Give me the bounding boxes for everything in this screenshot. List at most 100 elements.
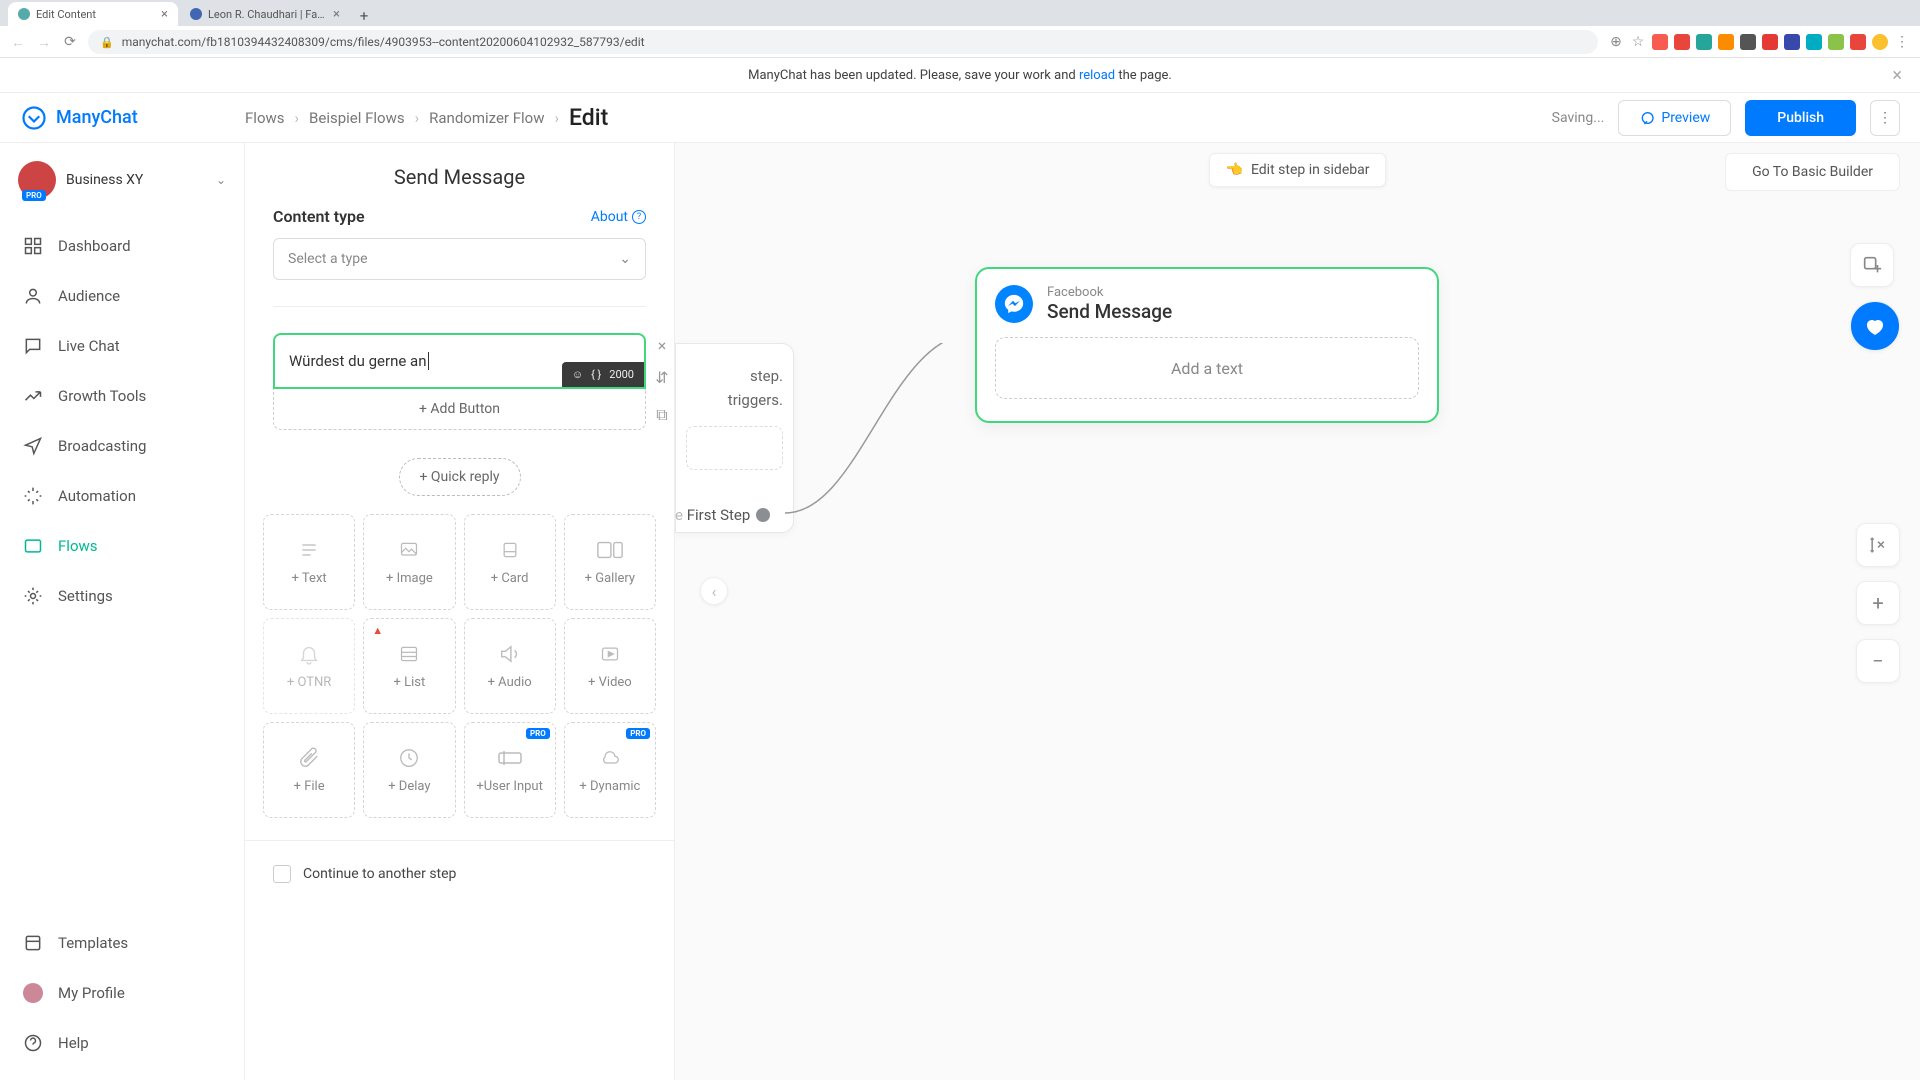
resize-icon[interactable]: ⇵ — [652, 367, 672, 387]
sidebar-item-label: Templates — [58, 934, 128, 952]
duplicate-icon[interactable]: ⧉ — [652, 405, 672, 425]
variable-icon[interactable]: { } — [591, 368, 601, 381]
pointer-icon: 👈 — [1226, 162, 1243, 178]
reload-link[interactable]: reload — [1079, 68, 1115, 83]
send-message-node[interactable]: Facebook Send Message Add a text — [975, 267, 1439, 423]
cloud-icon — [596, 747, 624, 769]
translate-icon[interactable]: ⊕ — [1608, 34, 1624, 50]
edit-sidebar-button[interactable]: 👈 Edit step in sidebar — [1209, 153, 1387, 187]
avatar-icon[interactable] — [1872, 34, 1888, 50]
sidebar-item-broadcasting[interactable]: Broadcasting — [0, 421, 244, 471]
extension-icon[interactable] — [1652, 34, 1668, 50]
star-icon[interactable]: ☆ — [1630, 34, 1646, 50]
publish-button[interactable]: Publish — [1745, 100, 1856, 136]
sidebar-item-flows[interactable]: Flows — [0, 521, 244, 571]
breadcrumb-item[interactable]: Randomizer Flow — [429, 109, 544, 127]
extension-icon[interactable] — [1828, 34, 1844, 50]
chevron-right-icon: › — [415, 109, 420, 127]
close-icon[interactable]: × — [333, 7, 340, 22]
zoom-out-button[interactable]: − — [1856, 639, 1900, 683]
add-text-block[interactable]: + Text — [263, 514, 355, 610]
sidebar-item-growth[interactable]: Growth Tools — [0, 371, 244, 421]
messenger-icon — [995, 285, 1033, 323]
block-label: + Delay — [388, 779, 430, 794]
preview-button[interactable]: Preview — [1618, 100, 1731, 136]
video-icon — [596, 643, 624, 665]
sidebar-item-automation[interactable]: Automation — [0, 471, 244, 521]
back-icon[interactable]: ← — [10, 34, 26, 50]
add-list-block[interactable]: ▲+ List — [363, 618, 455, 714]
add-card-block[interactable]: + Card — [464, 514, 556, 610]
breadcrumb-item[interactable]: Beispiel Flows — [309, 109, 405, 127]
notification-banner: ManyChat has been updated. Please, save … — [0, 58, 1920, 93]
account-name: Business XY — [66, 172, 206, 188]
add-otnr-block[interactable]: + OTNR — [263, 618, 355, 714]
add-text-placeholder[interactable]: Add a text — [995, 337, 1419, 399]
sidebar-item-audience[interactable]: Audience — [0, 271, 244, 321]
extension-icons: ⊕ ☆ ⋮ — [1608, 34, 1910, 50]
text-composer[interactable]: Würdest du gerne an ☺ { } 2000 — [273, 333, 646, 389]
add-file-block[interactable]: + File — [263, 722, 355, 818]
extension-icon[interactable] — [1806, 34, 1822, 50]
sidebar-item-settings[interactable]: Settings — [0, 571, 244, 621]
flow-canvas[interactable]: 👈 Edit step in sidebar Go To Basic Build… — [675, 143, 1920, 1080]
extension-icon[interactable] — [1718, 34, 1734, 50]
add-video-block[interactable]: + Video — [564, 618, 656, 714]
extension-icon[interactable] — [1762, 34, 1778, 50]
collapse-button[interactable]: ‹ — [700, 577, 728, 605]
browser-tab[interactable]: Leon R. Chaudhari | Facebook × — [180, 2, 350, 26]
quick-reply-button[interactable]: + Quick reply — [399, 458, 521, 496]
add-delay-block[interactable]: + Delay — [363, 722, 455, 818]
auto-arrange-button[interactable] — [1856, 523, 1900, 567]
add-audio-block[interactable]: + Audio — [464, 618, 556, 714]
account-switcher[interactable]: PRO Business XY ⌄ — [12, 155, 232, 205]
browser-tab[interactable]: Edit Content × — [8, 2, 178, 26]
extension-icon[interactable] — [1850, 34, 1866, 50]
content-type-select[interactable]: Select a type ⌄ — [273, 238, 646, 280]
zoom-in-button[interactable]: + — [1856, 581, 1900, 625]
block-label: + Text — [292, 571, 327, 586]
reload-icon[interactable]: ⟳ — [62, 34, 78, 50]
extension-icon[interactable] — [1674, 34, 1690, 50]
sidebar-item-dashboard[interactable]: Dashboard — [0, 221, 244, 271]
clock-icon — [395, 747, 423, 769]
logo[interactable]: ManyChat — [20, 104, 245, 132]
emoji-icon[interactable]: ☺ — [572, 368, 583, 381]
close-icon[interactable]: × — [652, 335, 672, 355]
node-platform: Facebook — [1047, 285, 1172, 300]
output-port[interactable] — [756, 508, 770, 522]
close-icon[interactable]: × — [161, 7, 168, 22]
add-userinput-block[interactable]: PRO+User Input — [464, 722, 556, 818]
placeholder-box — [686, 426, 783, 470]
sidebar-item-livechat[interactable]: Live Chat — [0, 321, 244, 371]
block-label: + Card — [491, 571, 529, 586]
about-link[interactable]: About? — [591, 209, 646, 225]
close-icon[interactable]: × — [1892, 65, 1902, 86]
extension-icon[interactable] — [1784, 34, 1800, 50]
url-input[interactable]: 🔒 manychat.com/fb181039443240830​9/cms/f… — [88, 30, 1598, 54]
sidebar-item-help[interactable]: Help — [0, 1018, 244, 1068]
more-menu-button[interactable]: ⋮ — [1870, 100, 1900, 136]
add-button[interactable]: + Add Button — [273, 389, 646, 430]
add-dynamic-block[interactable]: PRO+ Dynamic — [564, 722, 656, 818]
profile-icon — [22, 982, 44, 1004]
tab-favicon — [18, 8, 30, 20]
assist-button[interactable] — [1850, 301, 1900, 351]
menu-icon[interactable]: ⋮ — [1894, 34, 1910, 50]
new-tab-button[interactable]: + — [352, 6, 376, 26]
breadcrumb-item[interactable]: Flows — [245, 109, 285, 127]
add-image-block[interactable]: + Image — [363, 514, 455, 610]
select-placeholder: Select a type — [288, 251, 368, 267]
audio-icon — [496, 643, 524, 665]
forward-icon[interactable]: → — [36, 34, 52, 50]
sidebar-item-label: Dashboard — [58, 237, 131, 255]
continue-checkbox[interactable] — [273, 865, 291, 883]
sidebar-item-profile[interactable]: My Profile — [0, 968, 244, 1018]
extension-icon[interactable] — [1696, 34, 1712, 50]
go-basic-builder-button[interactable]: Go To Basic Builder — [1725, 153, 1900, 191]
extension-icon[interactable] — [1740, 34, 1756, 50]
canvas-node[interactable]: step. triggers. — [675, 343, 794, 533]
add-step-button[interactable] — [1850, 243, 1894, 287]
add-gallery-block[interactable]: + Gallery — [564, 514, 656, 610]
sidebar-item-templates[interactable]: Templates — [0, 918, 244, 968]
